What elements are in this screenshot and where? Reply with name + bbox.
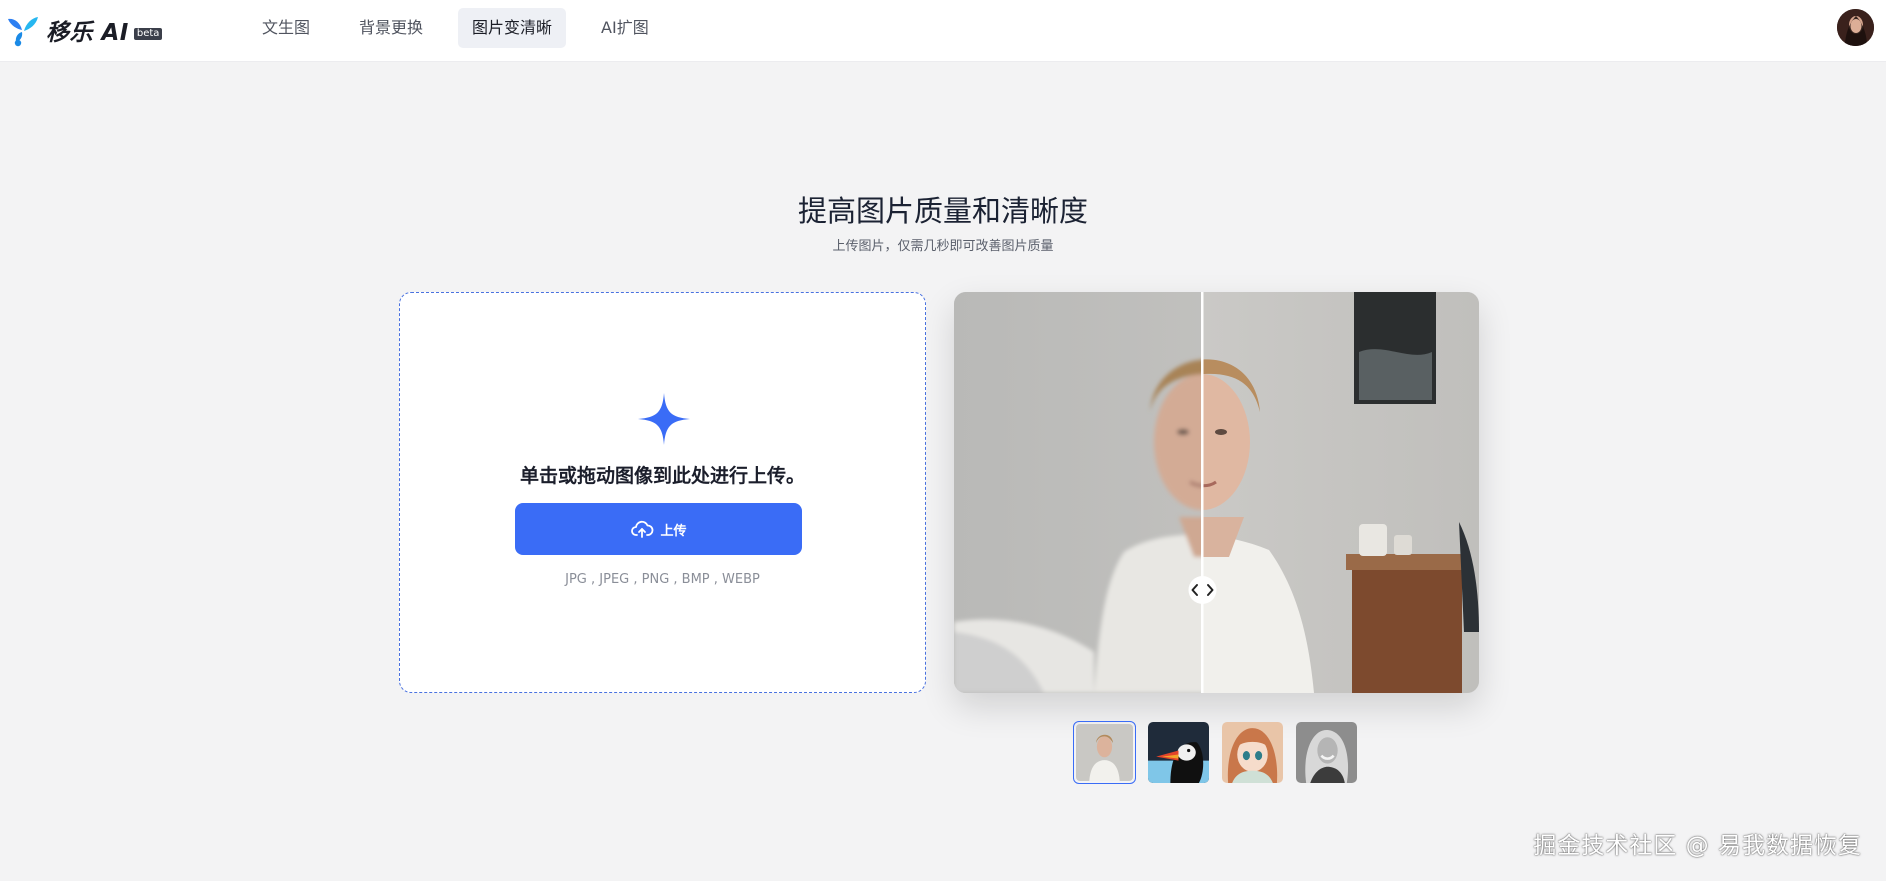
nav-text-to-image[interactable]: 文生图 [248,8,324,48]
supported-formats: JPG , JPEG , PNG , BMP , WEBP [565,572,760,587]
nav-image-enhance[interactable]: 图片变清晰 [458,8,567,48]
page-title: 提高图片质量和清晰度 [797,194,1088,228]
smiling-woman-thumbnail-image [1296,722,1357,783]
sample-thumbnails [1073,721,1369,784]
page-subtitle: 上传图片，仅需几秒即可改善图片质量 [832,239,1054,254]
brand-logo[interactable]: 移乐 AI beta [6,12,163,48]
brand-name: 移乐 AI [46,20,129,46]
watermark-text: 掘金技术社区 @ 易我数据恢复 [1533,833,1862,859]
main-nav: 文生图 背景更换 图片变清晰 AI扩图 [248,8,684,48]
thumbnail-anime-girl[interactable] [1221,721,1284,784]
upload-button-label: 上传 [660,523,687,539]
nav-ai-expand[interactable]: AI扩图 [587,8,663,48]
before-after-preview[interactable] [954,292,1479,693]
upload-hint: 单击或拖动图像到此处进行上传。 [519,465,805,487]
butterfly-logo-icon [8,17,38,47]
cloud-upload-icon [631,520,654,538]
upload-button[interactable]: 上传 [515,503,802,555]
young-man-thumbnail-image [1076,724,1133,781]
puffin-thumbnail-image [1148,722,1209,783]
beta-badge: beta [133,28,163,40]
upload-dropzone[interactable]: 单击或拖动图像到此处进行上传。 上传 JPG , JPEG , PNG , BM… [399,292,926,693]
anime-girl-thumbnail-image [1222,722,1283,783]
thumbnail-smiling-woman[interactable] [1295,721,1358,784]
sparkle-icon [638,393,690,445]
avatar-icon [1837,9,1874,46]
thumbnail-puffin[interactable] [1147,721,1210,784]
preview-image [954,292,1479,693]
nav-background-replace[interactable]: 背景更换 [345,8,437,48]
top-navbar: 移乐 AI beta 文生图 背景更换 图片变清晰 AI扩图 [0,0,1886,62]
user-avatar[interactable] [1837,9,1874,46]
thumbnail-young-man[interactable] [1073,721,1136,784]
